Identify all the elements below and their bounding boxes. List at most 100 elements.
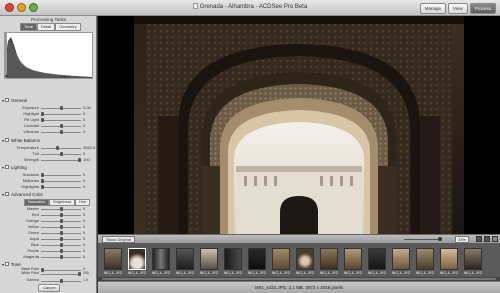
yellow-value[interactable]: 0 bbox=[83, 224, 85, 229]
strength-value[interactable]: 100 bbox=[83, 157, 90, 162]
thumbnail[interactable] bbox=[392, 248, 410, 270]
disclosure-triangle-icon[interactable]: ▾ bbox=[2, 192, 4, 197]
yellow-knob[interactable] bbox=[60, 225, 63, 229]
thumbnail[interactable] bbox=[200, 248, 218, 270]
group-general-checkbox[interactable] bbox=[5, 98, 10, 102]
magenta-value[interactable]: 0 bbox=[83, 254, 85, 259]
temperature-knob[interactable] bbox=[56, 146, 59, 150]
gamma-knob[interactable] bbox=[60, 279, 63, 283]
temperature-value[interactable]: 3962 K bbox=[83, 145, 96, 150]
close-window-button[interactable] bbox=[5, 3, 14, 12]
disclosure-triangle-icon[interactable]: ▾ bbox=[2, 165, 4, 170]
contrast-value[interactable]: 0 bbox=[83, 123, 85, 128]
exposure-value[interactable]: 0.00 bbox=[83, 105, 91, 110]
white-point-value[interactable]: 255 bbox=[83, 271, 89, 275]
orange-knob[interactable] bbox=[60, 219, 63, 223]
thumbnail[interactable] bbox=[464, 248, 482, 270]
tab-brightness[interactable]: Brightness bbox=[49, 199, 76, 206]
actual-size-icon[interactable] bbox=[484, 236, 490, 242]
red-knob[interactable] bbox=[60, 213, 63, 217]
tab-detail[interactable]: Detail bbox=[36, 23, 56, 31]
zoom-knob[interactable] bbox=[438, 237, 442, 241]
thumbnail[interactable] bbox=[416, 248, 434, 270]
thumbnail[interactable] bbox=[344, 248, 362, 270]
purple-knob[interactable] bbox=[60, 249, 63, 253]
orange-value[interactable]: 0 bbox=[83, 218, 85, 223]
thumbnail[interactable] bbox=[104, 248, 122, 270]
strength-slider[interactable] bbox=[41, 160, 81, 161]
manage-mode-button[interactable]: Manage bbox=[419, 3, 447, 14]
histogram-warning-icon[interactable]: ▲ bbox=[4, 73, 9, 79]
zoom-value[interactable]: 33% bbox=[455, 236, 470, 243]
vibrance-knob[interactable] bbox=[60, 130, 63, 134]
tab-saturation[interactable]: Saturation bbox=[24, 199, 50, 206]
group-color-checkbox[interactable] bbox=[5, 192, 10, 196]
blue-knob[interactable] bbox=[60, 243, 63, 247]
show-original-button[interactable]: Show Original bbox=[102, 236, 135, 243]
fill-light-slider[interactable] bbox=[41, 120, 81, 121]
fill-light-knob[interactable] bbox=[41, 118, 44, 122]
tab-tune[interactable]: Tune bbox=[20, 23, 37, 31]
cancel-button[interactable]: Cancel bbox=[38, 284, 61, 292]
highlights-slider[interactable] bbox=[41, 187, 81, 188]
fit-icon[interactable] bbox=[476, 236, 482, 242]
magenta-knob[interactable] bbox=[60, 255, 63, 259]
thumbnail[interactable] bbox=[176, 248, 194, 270]
green-value[interactable]: 0 bbox=[83, 230, 85, 235]
view-mode-button[interactable]: View bbox=[448, 3, 468, 14]
aqua-knob[interactable] bbox=[60, 237, 63, 241]
highlights-knob[interactable] bbox=[41, 185, 44, 189]
thumbnail[interactable] bbox=[296, 248, 314, 270]
exposure-knob[interactable] bbox=[60, 106, 63, 110]
strength-knob[interactable] bbox=[78, 158, 81, 162]
highlight-value[interactable]: 0 bbox=[83, 111, 85, 116]
tint-knob[interactable] bbox=[60, 152, 63, 156]
temperature-slider[interactable] bbox=[41, 148, 81, 149]
gamma-value[interactable]: 1.0 bbox=[83, 278, 88, 282]
fill-light-value[interactable]: 0 bbox=[83, 117, 85, 122]
disclosure-triangle-icon[interactable]: ▾ bbox=[2, 98, 4, 103]
process-mode-button[interactable]: Process bbox=[469, 3, 496, 14]
white-point-slider[interactable] bbox=[41, 274, 81, 275]
highlights-value[interactable]: 0 bbox=[83, 184, 85, 189]
midtones-value[interactable]: 0 bbox=[83, 178, 85, 183]
thumbnail[interactable] bbox=[320, 248, 338, 270]
group-general-header[interactable]: ▾ General bbox=[2, 98, 27, 103]
vibrance-value[interactable]: 0 bbox=[83, 129, 85, 134]
zoom-slider[interactable] bbox=[404, 239, 440, 240]
aqua-value[interactable]: 0 bbox=[83, 236, 85, 241]
tab-geometry[interactable]: Geometry bbox=[55, 23, 81, 31]
tint-value[interactable]: 0 bbox=[83, 151, 85, 156]
group-lighting-header[interactable]: ▾ Lighting bbox=[2, 165, 27, 170]
image-viewer[interactable] bbox=[98, 16, 500, 234]
thumbnail[interactable] bbox=[272, 248, 290, 270]
green-knob[interactable] bbox=[60, 231, 63, 235]
thumbnail[interactable] bbox=[368, 248, 386, 270]
highlight-slider[interactable] bbox=[41, 114, 81, 115]
thumbnail[interactable] bbox=[440, 248, 458, 270]
shadows-slider[interactable] bbox=[41, 175, 81, 176]
filmstrip-scroll-thumb[interactable] bbox=[102, 278, 496, 280]
contrast-knob[interactable] bbox=[60, 124, 63, 128]
shadows-value[interactable]: 0 bbox=[83, 172, 85, 177]
group-lighting-checkbox[interactable] bbox=[5, 165, 10, 169]
minimize-window-button[interactable] bbox=[17, 3, 26, 12]
tab-hue[interactable]: Hue bbox=[75, 199, 91, 206]
highlight-knob[interactable] bbox=[41, 112, 44, 116]
blue-value[interactable]: 0 bbox=[83, 242, 85, 247]
zoom-window-button[interactable] bbox=[29, 3, 38, 12]
thumbnail[interactable] bbox=[248, 248, 266, 270]
white-point-knob[interactable] bbox=[78, 272, 81, 276]
shadows-knob[interactable] bbox=[41, 173, 44, 177]
group-color-header[interactable]: ▾ Advanced Color bbox=[2, 192, 43, 197]
master-knob[interactable] bbox=[60, 207, 63, 211]
midtones-knob[interactable] bbox=[41, 179, 44, 183]
thumbnail-selected[interactable] bbox=[128, 248, 146, 270]
red-value[interactable]: 0 bbox=[83, 212, 85, 217]
group-tone-checkbox[interactable] bbox=[5, 262, 10, 266]
group-white-balance-checkbox[interactable] bbox=[5, 138, 10, 142]
thumbnail[interactable] bbox=[224, 248, 242, 270]
fullscreen-icon[interactable] bbox=[492, 236, 498, 242]
master-value[interactable]: 0 bbox=[83, 206, 85, 211]
group-white-balance-header[interactable]: ▾ White Balance bbox=[2, 138, 40, 143]
